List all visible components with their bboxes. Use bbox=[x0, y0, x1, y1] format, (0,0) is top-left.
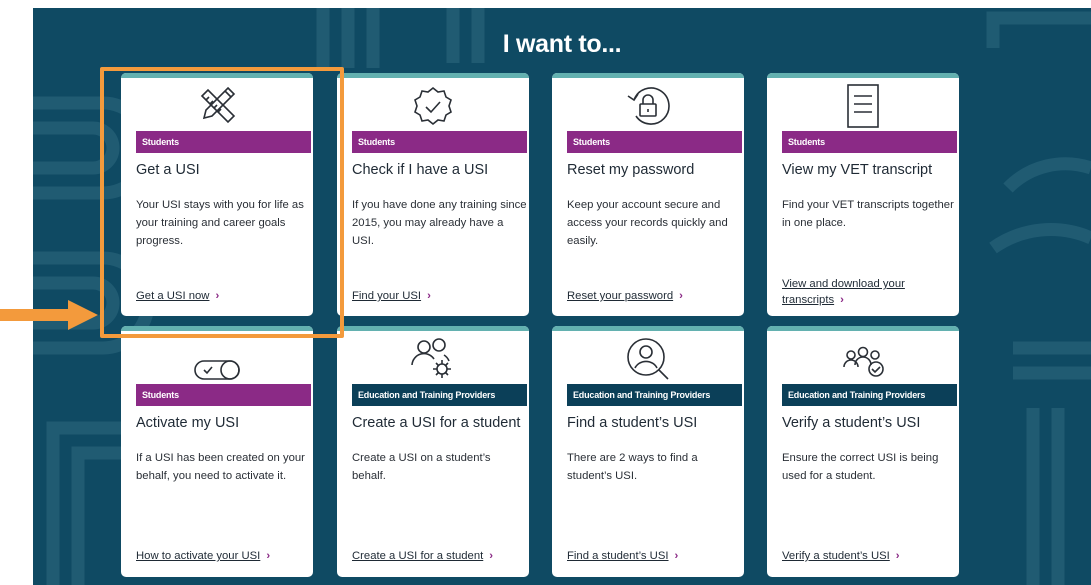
card-strip bbox=[552, 73, 744, 78]
card-strip bbox=[337, 326, 529, 331]
link-label-line1: View and download your bbox=[782, 278, 905, 290]
find-student-usi-link[interactable]: Find a student’s USI › bbox=[567, 548, 678, 564]
card-title: View my VET transcript bbox=[782, 162, 933, 178]
badge-students: Students bbox=[567, 131, 742, 153]
chevron-right-icon: › bbox=[840, 294, 844, 306]
card-description: Find your VET transcripts together in on… bbox=[782, 199, 954, 229]
badge-students: Students bbox=[782, 131, 957, 153]
card-description: Create a USI on a student’s behalf. bbox=[352, 452, 491, 482]
verify-student-usi-link[interactable]: Verify a student’s USI › bbox=[782, 548, 900, 564]
card-activate-usi: Students Activate my USI If a USI has be… bbox=[121, 326, 313, 577]
chevron-right-icon: › bbox=[266, 550, 271, 562]
card-description: If you have done any training since 2015… bbox=[352, 199, 527, 247]
card-title: Check if I have a USI bbox=[352, 162, 489, 178]
card-title: Create a USI for a student bbox=[352, 415, 521, 431]
find-your-usi-link[interactable]: Find your USI › bbox=[352, 288, 431, 304]
link-label: How to activate your USI bbox=[136, 550, 261, 562]
card-title: Reset my password bbox=[567, 162, 695, 178]
document-icon bbox=[767, 82, 959, 130]
how-to-activate-link[interactable]: How to activate your USI › bbox=[136, 548, 270, 564]
link-label: Find a student’s USI bbox=[567, 550, 669, 562]
page-heading: I want to... bbox=[502, 30, 622, 58]
card-check-usi: Students Check if I have a USI If you ha… bbox=[337, 73, 529, 316]
chevron-right-icon: › bbox=[489, 550, 494, 562]
reset-password-link[interactable]: Reset your password › bbox=[567, 288, 683, 304]
chevron-right-icon: › bbox=[679, 290, 683, 302]
link-label: Create a USI for a student bbox=[352, 550, 484, 562]
badge-students: Students bbox=[352, 131, 527, 153]
reset-lock-icon bbox=[552, 82, 744, 130]
card-strip bbox=[552, 326, 744, 331]
badge-providers: Education and Training Providers bbox=[782, 384, 957, 406]
user-search-icon bbox=[552, 335, 744, 383]
users-gear-icon bbox=[337, 335, 529, 383]
chevron-right-icon: › bbox=[427, 290, 431, 302]
group-check-icon bbox=[767, 335, 959, 383]
badge-providers: Education and Training Providers bbox=[352, 384, 527, 406]
card-find-student-usi: Education and Training Providers Find a … bbox=[552, 326, 744, 577]
create-usi-link[interactable]: Create a USI for a student › bbox=[352, 548, 493, 564]
highlight-box bbox=[100, 67, 344, 338]
badge-providers: Education and Training Providers bbox=[567, 384, 742, 406]
card-strip bbox=[767, 326, 959, 331]
card-verify-student-usi: Education and Training Providers Verify … bbox=[767, 326, 959, 577]
card-vet-transcript: Students View my VET transcript Find you… bbox=[767, 73, 959, 316]
link-label: Reset your password bbox=[567, 290, 674, 302]
card-title: Verify a student’s USI bbox=[782, 415, 921, 431]
card-description: If a USI has been created on your behalf… bbox=[136, 452, 305, 482]
toggle-icon bbox=[121, 335, 313, 383]
card-strip bbox=[337, 73, 529, 78]
card-title: Activate my USI bbox=[136, 415, 240, 431]
card-description: There are 2 ways to find a student’s USI… bbox=[567, 452, 698, 482]
card-description: Ensure the correct USI is being used for… bbox=[782, 452, 939, 482]
view-transcripts-link[interactable]: View and download your transcripts › bbox=[782, 276, 905, 308]
verified-badge-icon bbox=[337, 82, 529, 130]
link-label: Verify a student’s USI bbox=[782, 550, 890, 562]
card-create-usi: Education and Training Providers Create … bbox=[337, 326, 529, 577]
card-title: Find a student’s USI bbox=[567, 415, 698, 431]
arrow-right-icon bbox=[0, 300, 98, 330]
chevron-right-icon: › bbox=[895, 550, 900, 562]
badge-students: Students bbox=[136, 384, 311, 406]
card-reset-password: Students Reset my password Keep your acc… bbox=[552, 73, 744, 316]
link-label: Find your USI bbox=[352, 290, 422, 302]
chevron-right-icon: › bbox=[674, 550, 679, 562]
card-description: Keep your account secure and access your… bbox=[567, 199, 728, 247]
card-strip bbox=[767, 73, 959, 78]
link-label-line2: transcripts bbox=[782, 294, 835, 306]
